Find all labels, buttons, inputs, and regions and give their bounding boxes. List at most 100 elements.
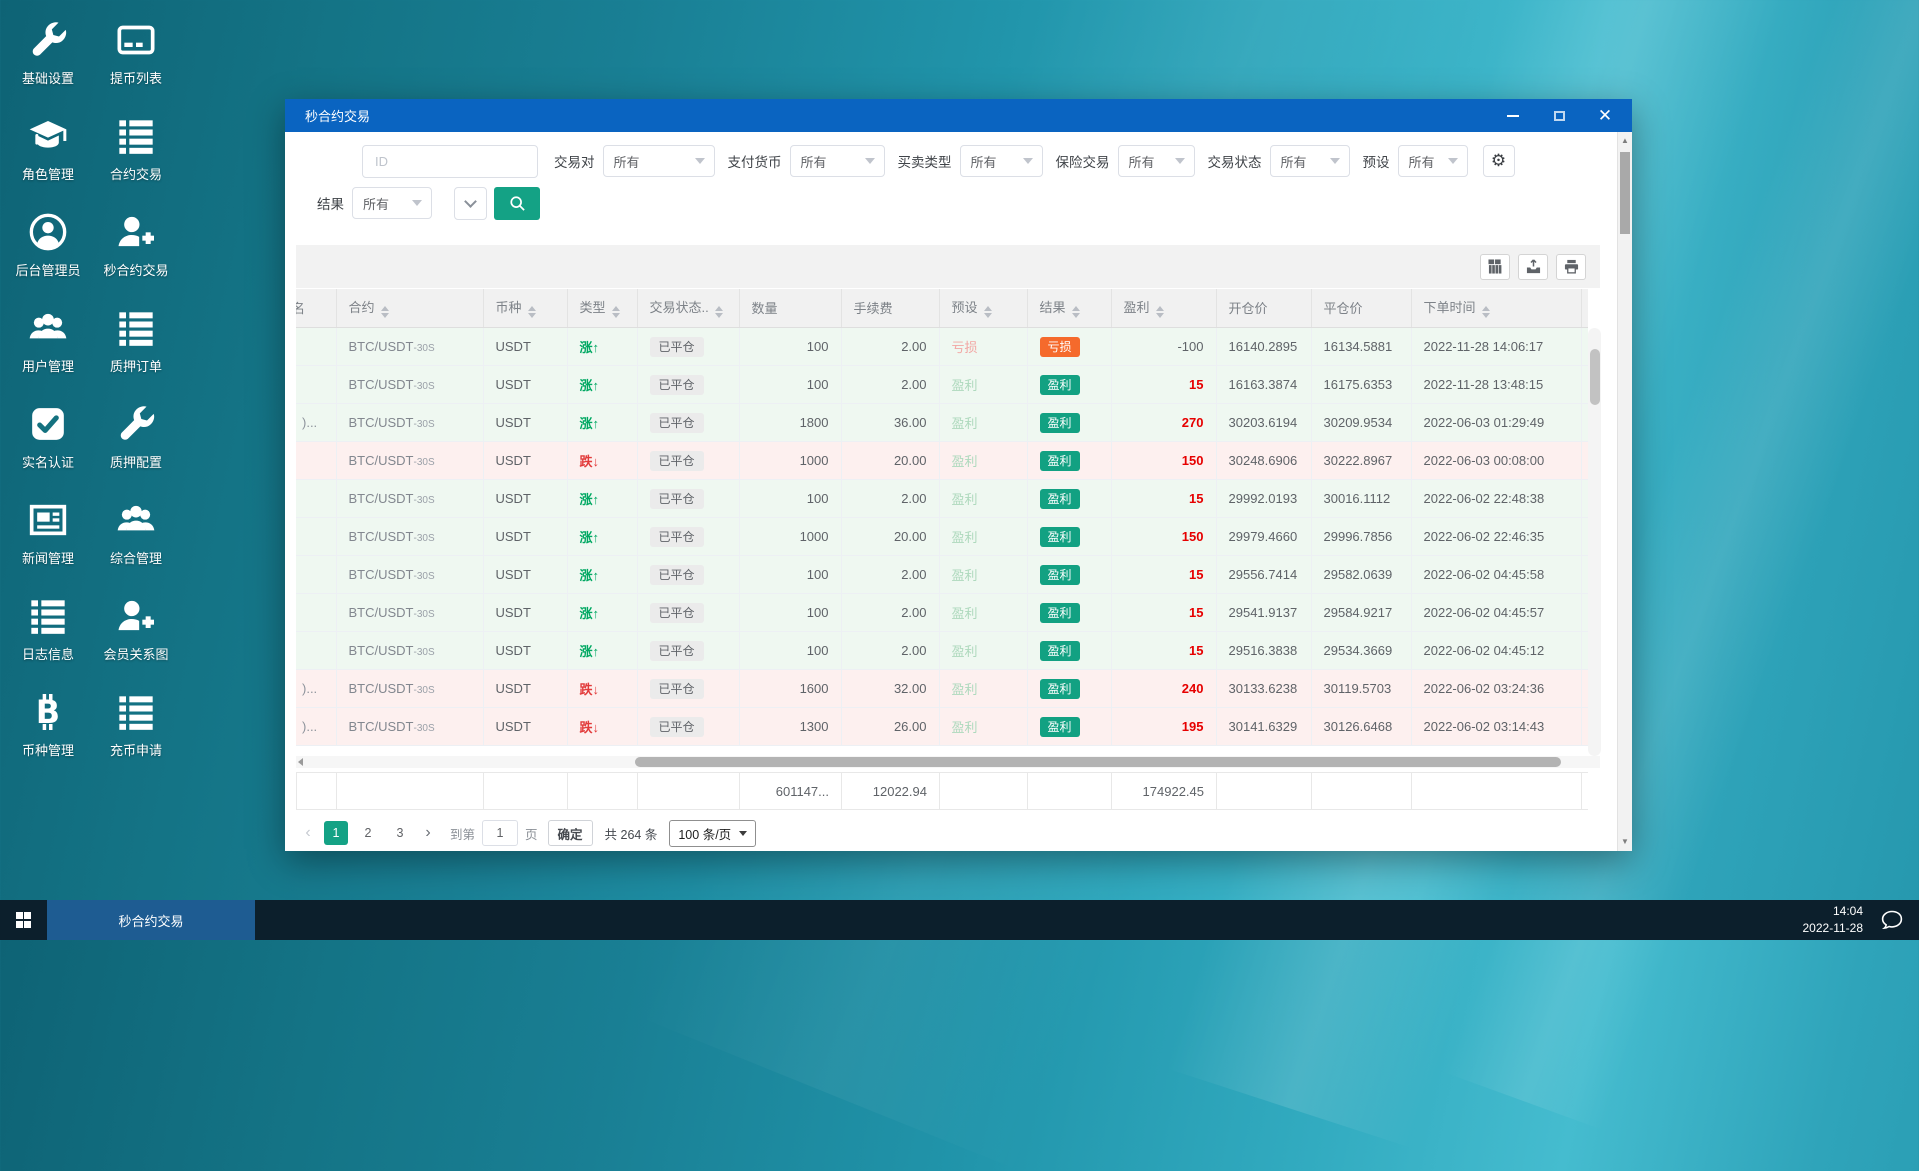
- sort-icon[interactable]: [715, 306, 723, 318]
- cell-preset: 盈利: [939, 669, 1027, 707]
- sort-icon[interactable]: [1156, 306, 1164, 318]
- cell-contract: BTC/USDT-30S: [336, 403, 483, 441]
- desktop-icon-basic-settings[interactable]: 基础设置: [4, 14, 92, 110]
- desktop-icon-user-management[interactable]: 用户管理: [4, 302, 92, 398]
- cell-open-price: 29556.7414: [1216, 555, 1311, 593]
- window-scrollbar[interactable]: ▲ ▼: [1617, 132, 1632, 851]
- taskbar-clock[interactable]: 14:04 2022-11-28: [1803, 903, 1864, 937]
- trading-pair-select[interactable]: 所有: [603, 145, 715, 177]
- sort-icon[interactable]: [984, 306, 992, 318]
- cell-contract: BTC/USDT-30S: [336, 479, 483, 517]
- desktop-icon-admin-users[interactable]: 后台管理员: [4, 206, 92, 302]
- maximize-button[interactable]: [1536, 99, 1582, 132]
- prev-page-button[interactable]: ‹: [296, 820, 320, 846]
- table-row[interactable]: )...BTC/USDT-30SUSDT涨↑已平仓180036.00盈利盈利27…: [296, 403, 1588, 441]
- table-row[interactable]: )...BTC/USDT-30SUSDT跌↓已平仓160032.00盈利盈利24…: [296, 669, 1588, 707]
- col-header-preset[interactable]: 预设: [939, 289, 1027, 327]
- desktop-icon-general-management[interactable]: 综合管理: [92, 494, 180, 590]
- desktop-icon-withdraw-list[interactable]: 提币列表: [92, 14, 180, 110]
- desktop-icon-contract-trade[interactable]: 合约交易: [92, 110, 180, 206]
- table-row[interactable]: BTC/USDT-30SUSDT涨↑已平仓1002.00亏损亏损-1001614…: [296, 327, 1588, 365]
- chat-tray-button[interactable]: [1881, 909, 1903, 931]
- window-titlebar[interactable]: 秒合约交易 ✕: [285, 99, 1632, 132]
- taskbar-app-second-contract-trade[interactable]: 秒合约交易: [47, 900, 255, 940]
- cell-fee: 32.00: [841, 669, 939, 707]
- column-settings-button[interactable]: [1480, 254, 1510, 280]
- desktop-icon-log-info[interactable]: 日志信息: [4, 590, 92, 686]
- insurance-trade-select[interactable]: 所有: [1118, 145, 1195, 177]
- card-icon: [115, 19, 157, 61]
- table-toolbar: [296, 245, 1600, 288]
- page-size-select[interactable]: 100 条/页: [669, 820, 756, 847]
- table-row[interactable]: BTC/USDT-30SUSDT涨↑已平仓1002.00盈利盈利1529556.…: [296, 555, 1588, 593]
- buy-sell-type-select[interactable]: 所有: [960, 145, 1043, 177]
- page-button-2[interactable]: 2: [356, 821, 380, 845]
- table-row[interactable]: BTC/USDT-30SUSDT涨↑已平仓100020.00盈利盈利150299…: [296, 517, 1588, 555]
- wrench-icon: [115, 403, 157, 445]
- scrollbar-thumb[interactable]: [1590, 349, 1600, 405]
- preset-select[interactable]: 所有: [1398, 145, 1468, 177]
- filter-settings-button[interactable]: ⚙: [1483, 145, 1515, 177]
- print-button[interactable]: [1556, 254, 1586, 280]
- desktop-icon-news-management[interactable]: 新闻管理: [4, 494, 92, 590]
- table-horizontal-scrollbar[interactable]: [296, 756, 1600, 768]
- cell-order-time: 2022-06-03 01:29:49: [1411, 403, 1581, 441]
- page-button-1[interactable]: 1: [324, 821, 348, 845]
- scrollbar-thumb[interactable]: [1620, 152, 1630, 234]
- expand-filters-button[interactable]: [454, 187, 487, 220]
- search-button[interactable]: [494, 187, 540, 220]
- desktop-icon-kyc-verification[interactable]: 实名认证: [4, 398, 92, 494]
- cell-filler: [1581, 517, 1588, 555]
- col-header-result[interactable]: 结果: [1027, 289, 1111, 327]
- cell-filler: [1581, 555, 1588, 593]
- desktop-icon-role-management[interactable]: 角色管理: [4, 110, 92, 206]
- sort-icon[interactable]: [1482, 306, 1490, 318]
- table-row[interactable]: BTC/USDT-30SUSDT跌↓已平仓100020.00盈利盈利150302…: [296, 441, 1588, 479]
- trade-status-select[interactable]: 所有: [1270, 145, 1350, 177]
- cell-close-price: 30126.6468: [1311, 707, 1411, 745]
- table-row[interactable]: )...BTC/USDT-30SUSDT跌↓已平仓130026.00盈利盈利19…: [296, 707, 1588, 745]
- result-select[interactable]: 所有: [352, 187, 432, 219]
- col-header-contract[interactable]: 合约: [336, 289, 483, 327]
- scroll-down-arrow[interactable]: ▼: [1618, 835, 1632, 849]
- col-header-type[interactable]: 类型: [567, 289, 637, 327]
- goto-page-input[interactable]: [482, 820, 518, 846]
- sort-icon[interactable]: [381, 306, 389, 318]
- desktop-icon-second-contract-trade[interactable]: 秒合约交易: [92, 206, 180, 302]
- col-header-trade-status[interactable]: 交易状态..: [637, 289, 739, 327]
- minimize-button[interactable]: [1490, 99, 1536, 132]
- scroll-up-arrow[interactable]: ▲: [1618, 134, 1632, 148]
- scroll-left-arrow[interactable]: [298, 758, 306, 766]
- col-header-order-time[interactable]: 下单时间: [1411, 289, 1581, 327]
- cell-filler: [1581, 631, 1588, 669]
- table-vertical-scrollbar[interactable]: [1588, 328, 1601, 756]
- desktop-icon-member-relation-map[interactable]: 会员关系图: [92, 590, 180, 686]
- id-input[interactable]: [362, 145, 538, 178]
- confirm-button[interactable]: 确定: [548, 820, 593, 846]
- table-row[interactable]: BTC/USDT-30SUSDT涨↑已平仓1002.00盈利盈利1529992.…: [296, 479, 1588, 517]
- start-button[interactable]: [0, 900, 47, 940]
- desktop-icon-deposit-requests[interactable]: 充币申请: [92, 686, 180, 782]
- page-button-3[interactable]: 3: [388, 821, 412, 845]
- desktop-icon-coin-management[interactable]: B币种管理: [4, 686, 92, 782]
- sort-icon[interactable]: [1072, 306, 1080, 318]
- cell-type: 涨↑: [567, 593, 637, 631]
- pay-currency-select[interactable]: 所有: [790, 145, 885, 177]
- cell-preset: 盈利: [939, 517, 1027, 555]
- scrollbar-thumb[interactable]: [635, 757, 1561, 767]
- table-row[interactable]: BTC/USDT-30SUSDT涨↑已平仓1002.00盈利盈利1516163.…: [296, 365, 1588, 403]
- col-header-coin[interactable]: 币种: [483, 289, 567, 327]
- sort-icon[interactable]: [528, 306, 536, 318]
- table-row[interactable]: BTC/USDT-30SUSDT涨↑已平仓1002.00盈利盈利1529516.…: [296, 631, 1588, 669]
- desktop-icon-pledge-orders[interactable]: 质押订单: [92, 302, 180, 398]
- next-page-button[interactable]: ›: [416, 820, 440, 846]
- contract-suffix: -30S: [414, 533, 435, 544]
- export-button[interactable]: [1518, 254, 1548, 280]
- desktop-icon-pledge-config[interactable]: 质押配置: [92, 398, 180, 494]
- contract-suffix: -30S: [414, 381, 435, 392]
- cell-open-price: 16140.2895: [1216, 327, 1311, 365]
- sort-icon[interactable]: [612, 306, 620, 318]
- table-row[interactable]: BTC/USDT-30SUSDT涨↑已平仓1002.00盈利盈利1529541.…: [296, 593, 1588, 631]
- close-button[interactable]: ✕: [1582, 99, 1628, 132]
- col-header-profit[interactable]: 盈利: [1111, 289, 1216, 327]
